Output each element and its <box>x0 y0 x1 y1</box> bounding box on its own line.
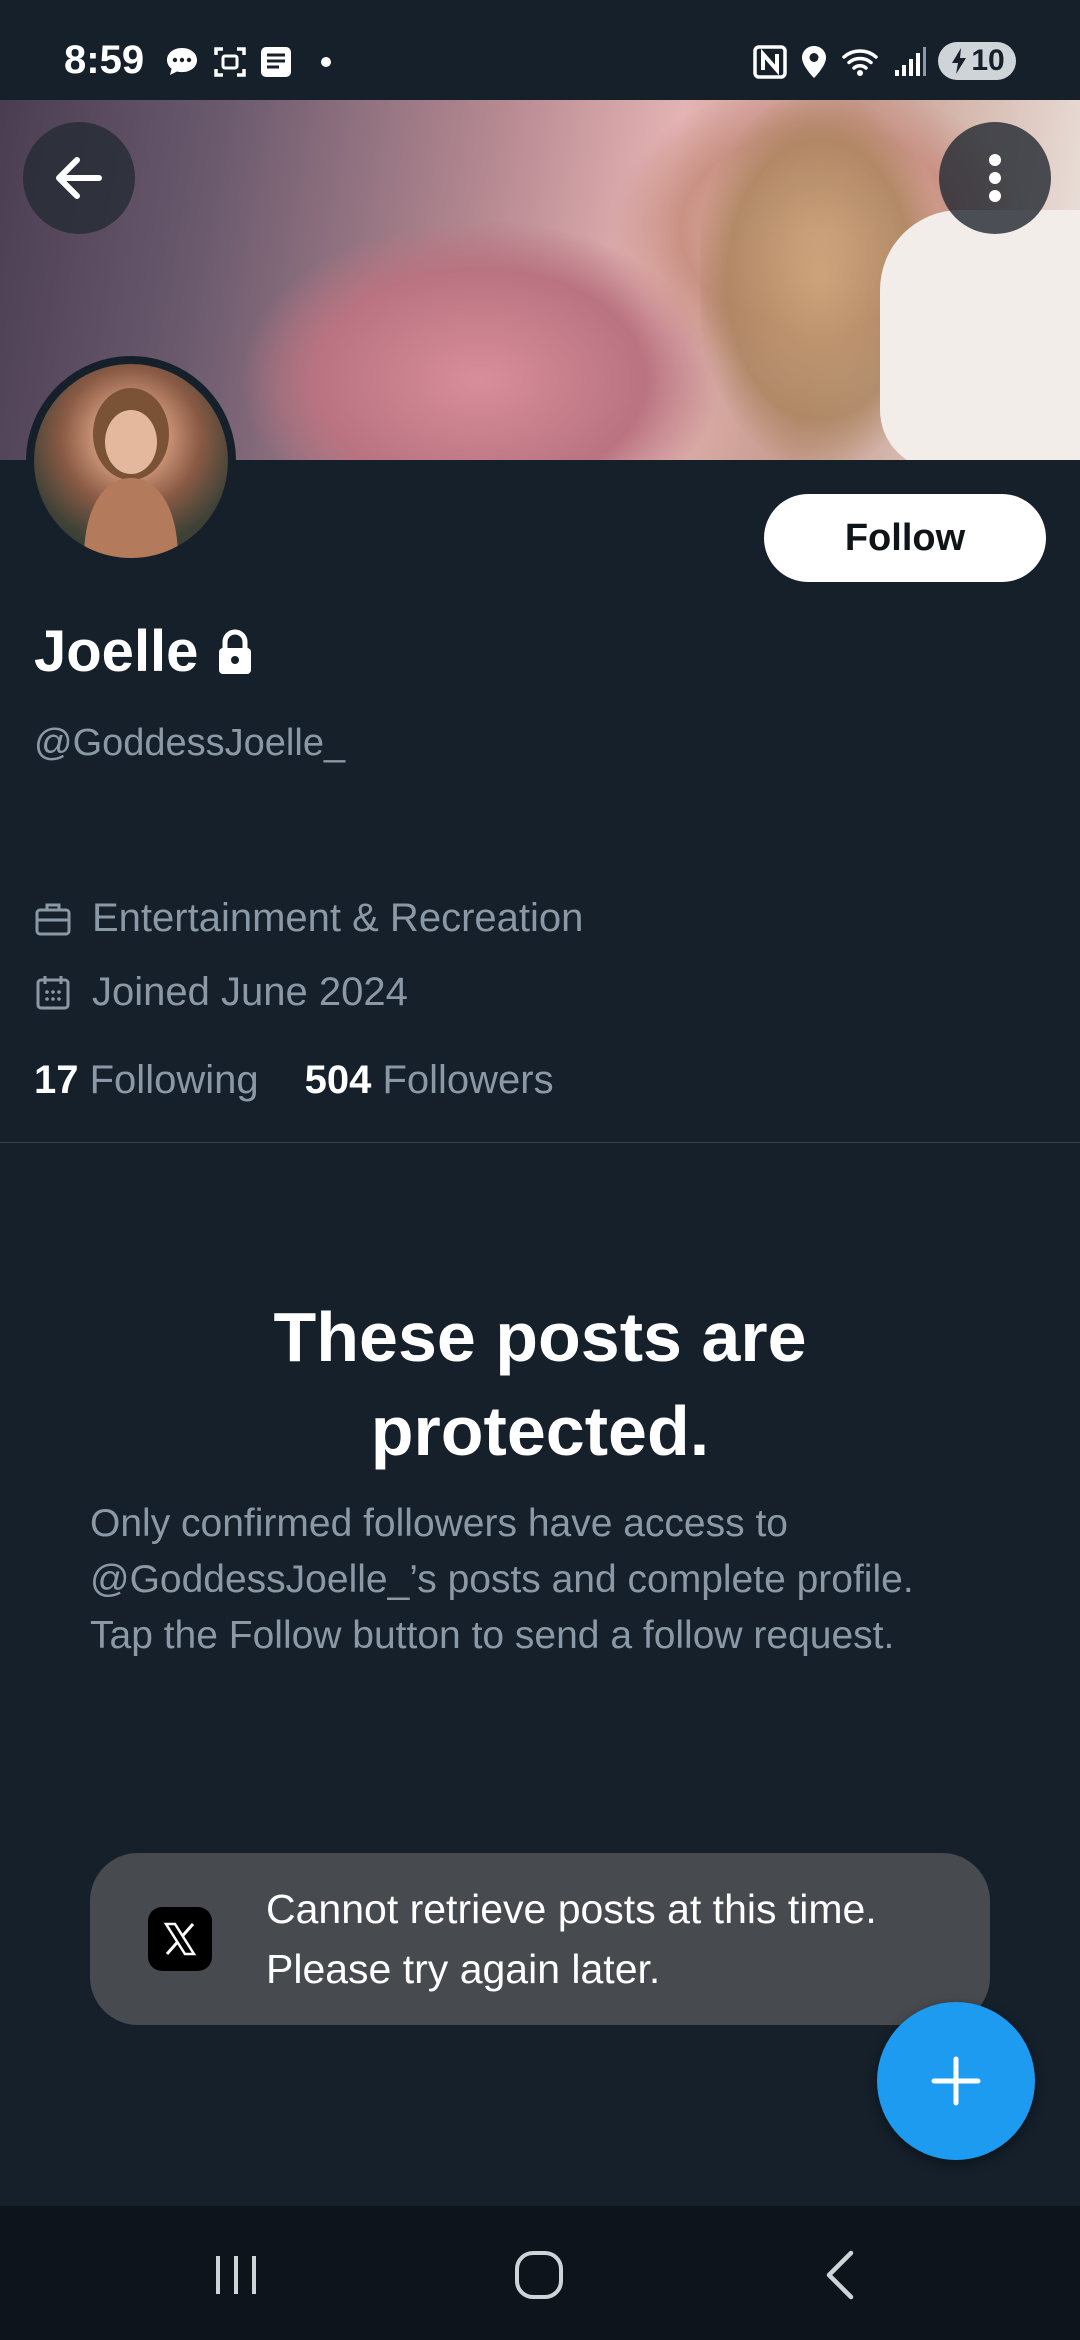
x-logo-icon <box>148 1907 212 1971</box>
signal-icon <box>895 47 926 76</box>
protected-posts-title: These posts are protected. <box>0 1290 1080 1478</box>
section-divider <box>0 1142 1080 1143</box>
followers-count: 504 <box>304 1058 372 1102</box>
toast-line: Please try again later. <box>266 1946 661 1992</box>
system-back-button[interactable] <box>797 2240 887 2310</box>
protected-title-line: These posts are <box>273 1298 807 1376</box>
following-label: Following <box>89 1058 259 1102</box>
chat-bubble-icon <box>167 48 197 75</box>
x-logo-glyph <box>163 1922 197 1956</box>
toast-line: Cannot retrieve posts at this time. <box>266 1886 877 1932</box>
battery-indicator: 10 <box>938 42 1016 80</box>
location-icon <box>802 46 826 78</box>
dot-icon <box>321 57 331 67</box>
profile-category: Entertainment & Recreation <box>34 896 583 941</box>
profile-joined-date: Joined June 2024 <box>34 970 408 1015</box>
display-name: Joelle <box>34 619 199 684</box>
followers-label: Followers <box>382 1058 554 1102</box>
battery-level: 10 <box>971 44 1005 77</box>
wifi-icon <box>842 49 878 76</box>
chevron-left-icon <box>826 2250 854 2300</box>
banner-photo-detail <box>880 210 1080 460</box>
protected-title-line: protected. <box>370 1392 710 1470</box>
follow-stats: 17 Following 504 Followers <box>34 1058 554 1103</box>
recent-apps-icon <box>216 2256 256 2294</box>
more-options-button[interactable] <box>939 122 1051 234</box>
plus-icon <box>931 2056 981 2106</box>
toast-message: Cannot retrieve posts at this time. Plea… <box>266 1879 877 1999</box>
profile-handle: @GoddessJoelle_ <box>34 722 346 764</box>
battery-charging-icon <box>952 48 967 74</box>
message-icon <box>261 47 291 77</box>
home-button[interactable] <box>494 2240 584 2310</box>
joined-label: Joined June 2024 <box>92 970 408 1014</box>
calendar-icon <box>36 975 70 1009</box>
followers-link[interactable]: 504 Followers <box>305 1058 554 1103</box>
recent-apps-button[interactable] <box>191 2240 281 2310</box>
display-name-row: Joelle <box>34 618 254 685</box>
compose-post-button[interactable] <box>877 2002 1035 2160</box>
follow-button[interactable]: Follow <box>764 494 1046 582</box>
error-toast: Cannot retrieve posts at this time. Plea… <box>90 1853 990 2025</box>
more-vertical-icon <box>989 154 1001 202</box>
category-label: Entertainment & Recreation <box>92 896 584 940</box>
protected-posts-description: Only confirmed followers have access to … <box>90 1496 1010 1664</box>
following-count: 17 <box>34 1058 79 1102</box>
protected-text-line: Tap the Follow button to send a follow r… <box>90 1614 895 1657</box>
nfc-icon <box>753 45 787 79</box>
avatar-photo <box>84 388 178 558</box>
status-time: 8:59 <box>64 38 145 82</box>
lock-icon <box>219 629 252 674</box>
avatar[interactable] <box>26 356 236 566</box>
home-icon <box>515 2251 563 2299</box>
screenshot-icon <box>214 47 246 77</box>
briefcase-icon <box>35 903 71 935</box>
protected-text-line: @GoddessJoelle_’s posts and complete pro… <box>90 1558 914 1601</box>
protected-text-line: Only confirmed followers have access to <box>90 1502 788 1545</box>
following-link[interactable]: 17 Following <box>34 1058 259 1103</box>
arrow-left-icon <box>56 157 102 199</box>
back-button[interactable] <box>23 122 135 234</box>
